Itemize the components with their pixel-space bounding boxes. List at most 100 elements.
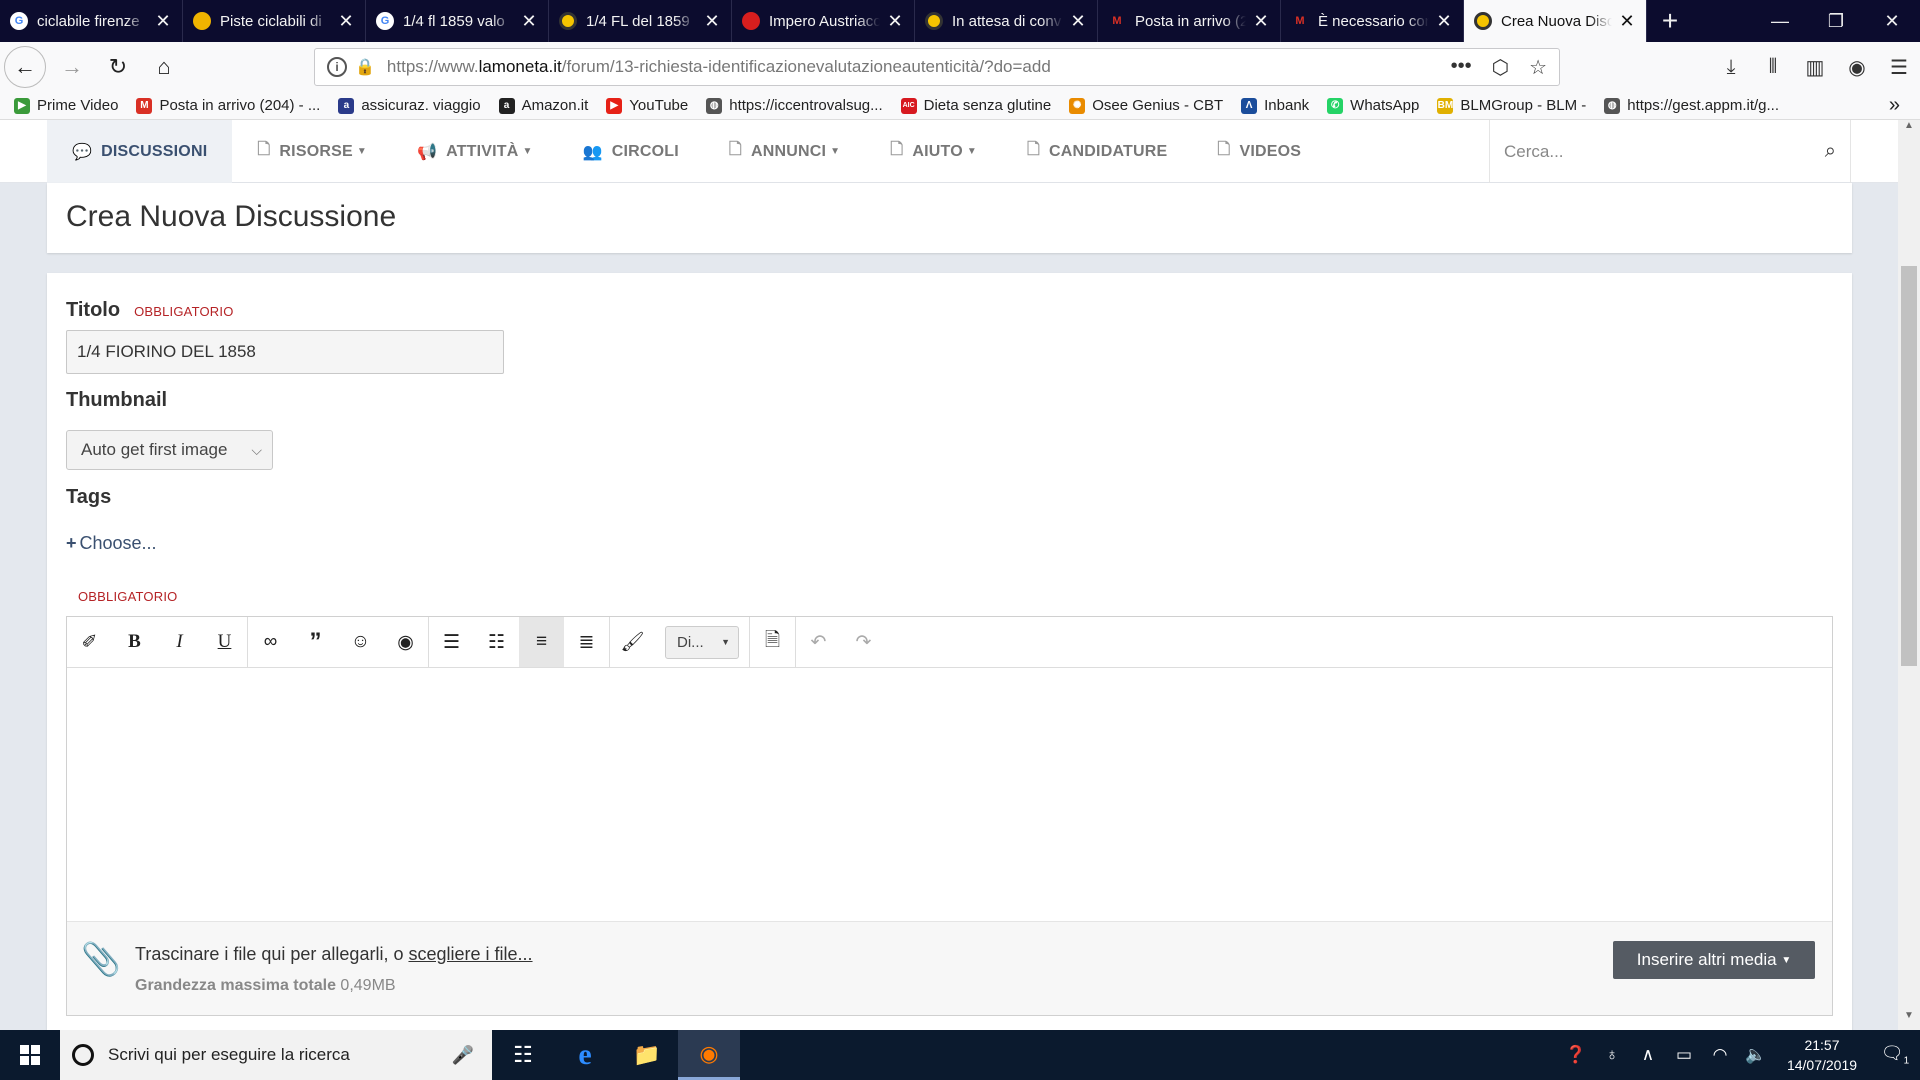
- browser-tab[interactable]: M Posta in arrivo (2 ✕: [1098, 0, 1281, 42]
- bold-icon[interactable]: B: [112, 617, 157, 667]
- downloads-icon[interactable]: ⤓: [1710, 56, 1752, 79]
- text-color-brush-icon[interactable]: 🖌: [610, 617, 655, 667]
- eraser-icon[interactable]: ✐: [67, 617, 112, 667]
- volume-icon[interactable]: 🔈: [1738, 1045, 1774, 1065]
- page-scrollbar[interactable]: ▲ ▼: [1898, 120, 1920, 1030]
- bookmark-item[interactable]: ▶ Prime Video: [14, 97, 118, 114]
- search-icon[interactable]: ⌕: [1825, 140, 1836, 163]
- chevron-up-icon[interactable]: ∧: [1630, 1045, 1666, 1065]
- reload-button[interactable]: ↻: [98, 47, 138, 87]
- site-search-input[interactable]: [1490, 141, 1790, 162]
- sidebar-icon[interactable]: ▥: [1794, 55, 1836, 80]
- scrollbar-thumb[interactable]: [1901, 266, 1917, 666]
- notification-icon[interactable]: 🗨1: [1870, 1043, 1920, 1067]
- bookmark-star-icon[interactable]: ☆: [1529, 55, 1547, 80]
- thumbnail-select[interactable]: Auto get first image ⌵: [66, 430, 273, 470]
- editor-content-area[interactable]: [67, 668, 1832, 921]
- source-document-icon[interactable]: 🗎: [750, 617, 795, 667]
- choose-files-link[interactable]: scegliere i file...: [408, 944, 532, 964]
- nav-item-annunci[interactable]: 🗋 ANNUNCI ▼: [704, 120, 865, 183]
- bookmark-item[interactable]: ◍ https://gest.appm.it/g...: [1604, 97, 1779, 114]
- nav-item-videos[interactable]: 🗋 VIDEOS: [1192, 120, 1326, 183]
- home-button[interactable]: ⌂: [144, 47, 184, 87]
- bookmark-item[interactable]: ✆ WhatsApp: [1327, 97, 1419, 114]
- more-bookmarks-icon[interactable]: »: [1889, 94, 1900, 117]
- task-view-icon[interactable]: ☷: [492, 1030, 554, 1080]
- insert-media-button[interactable]: Inserire altri media ▼: [1613, 941, 1815, 979]
- bookmark-item[interactable]: a Amazon.it: [498, 97, 588, 114]
- browser-tab[interactable]: 1/4 FL del 1859 ✕: [549, 0, 732, 42]
- bullet-list-icon[interactable]: ☰: [429, 617, 474, 667]
- help-icon[interactable]: ❓: [1558, 1045, 1594, 1065]
- underline-icon[interactable]: U: [202, 617, 247, 667]
- close-tab-icon[interactable]: ✕: [703, 11, 721, 32]
- close-window-button[interactable]: ✕: [1864, 0, 1920, 42]
- nav-item-risorse[interactable]: 🗋 RISORSE ▼: [232, 120, 392, 183]
- close-tab-icon[interactable]: ✕: [520, 11, 538, 32]
- browser-tab[interactable]: In attesa di conv ✕: [915, 0, 1098, 42]
- scroll-down-arrow-icon[interactable]: ▼: [1898, 1010, 1920, 1030]
- nav-item-circoli[interactable]: 👥 CIRCOLI: [558, 120, 704, 183]
- back-button[interactable]: ←: [4, 46, 46, 88]
- align-center-icon[interactable]: ≣: [564, 617, 609, 667]
- people-icon[interactable]: ♁: [1594, 1045, 1630, 1065]
- wifi-icon[interactable]: ◠: [1702, 1045, 1738, 1065]
- close-tab-icon[interactable]: ✕: [886, 11, 904, 32]
- minimize-button[interactable]: —: [1752, 0, 1808, 42]
- numbered-list-icon[interactable]: ☷: [474, 617, 519, 667]
- nav-item-attivit[interactable]: 📢 ATTIVITÀ ▼: [392, 120, 558, 183]
- microphone-icon[interactable]: 🎤: [452, 1045, 474, 1066]
- browser-tab[interactable]: Impero Austriaco ✕: [732, 0, 915, 42]
- attachment-area[interactable]: 📎 Trascinare i file qui per allegarli, o…: [67, 921, 1832, 1015]
- site-info-icon[interactable]: i: [327, 57, 347, 77]
- undo-icon[interactable]: ↶: [796, 617, 841, 667]
- browser-tab[interactable]: Crea Nuova Disc ✕: [1464, 0, 1647, 42]
- nav-item-aiuto[interactable]: 🗋 AIUTO ▼: [865, 120, 1002, 183]
- restore-button[interactable]: ❐: [1808, 0, 1864, 42]
- close-tab-icon[interactable]: ✕: [1069, 11, 1087, 32]
- scroll-up-arrow-icon[interactable]: ▲: [1898, 120, 1920, 140]
- bookmark-item[interactable]: ✺ Osee Genius - CBT: [1069, 97, 1223, 114]
- spoiler-eye-icon[interactable]: ◉: [383, 617, 428, 667]
- bookmark-item[interactable]: ◍ https://iccentrovalsug...: [706, 97, 883, 114]
- quote-icon[interactable]: ”: [293, 617, 338, 667]
- italic-icon[interactable]: I: [157, 617, 202, 667]
- nav-item-discussioni[interactable]: 💬 DISCUSSIONI: [47, 120, 233, 183]
- browser-tab[interactable]: Piste ciclabili di ✕: [183, 0, 366, 42]
- file-explorer-icon[interactable]: 📁: [616, 1030, 678, 1080]
- close-tab-icon[interactable]: ✕: [1618, 11, 1636, 32]
- nav-item-candidature[interactable]: 🗋 CANDIDATURE: [1002, 120, 1192, 183]
- close-tab-icon[interactable]: ✕: [1435, 11, 1453, 32]
- bookmark-item[interactable]: AIC Dieta senza glutine: [900, 97, 1051, 114]
- page-actions-icon[interactable]: •••: [1451, 55, 1472, 80]
- battery-icon[interactable]: ▭: [1666, 1045, 1702, 1065]
- taskbar-search[interactable]: Scrivi qui per eseguire la ricerca 🎤: [60, 1030, 492, 1080]
- bookmark-item[interactable]: Λ Inbank: [1241, 97, 1309, 114]
- close-tab-icon[interactable]: ✕: [337, 11, 355, 32]
- browser-tab[interactable]: G 1/4 fl 1859 valo ✕: [366, 0, 549, 42]
- firefox-icon[interactable]: ◉: [678, 1030, 740, 1080]
- bookmark-item[interactable]: a assicuraz. viaggio: [338, 97, 481, 114]
- bookmark-item[interactable]: M Posta in arrivo (204) - ...: [136, 97, 320, 114]
- tags-choose-link[interactable]: + Choose...: [66, 533, 157, 554]
- close-tab-icon[interactable]: ✕: [1252, 11, 1270, 32]
- forward-button[interactable]: →: [52, 47, 92, 87]
- browser-tab[interactable]: Gciclabile firenze ✕: [0, 0, 183, 42]
- link-icon[interactable]: ∞: [248, 617, 293, 667]
- address-bar[interactable]: i 🔒 https://www. lamoneta.it/forum/13-ric…: [314, 48, 1560, 86]
- menu-icon[interactable]: ☰: [1878, 55, 1920, 80]
- library-icon[interactable]: ⫴: [1752, 56, 1794, 79]
- title-input[interactable]: [66, 330, 504, 374]
- format-dropdown[interactable]: Di... ▼: [665, 625, 739, 659]
- browser-tab[interactable]: M È necessario con ✕: [1281, 0, 1464, 42]
- redo-icon[interactable]: ↷: [841, 617, 886, 667]
- bookmark-item[interactable]: ▶ YouTube: [606, 97, 688, 114]
- edge-icon[interactable]: e: [554, 1030, 616, 1080]
- bookmark-item[interactable]: BM BLMGroup - BLM -: [1437, 97, 1586, 114]
- pocket-icon[interactable]: ⬡: [1492, 55, 1509, 80]
- close-tab-icon[interactable]: ✕: [154, 11, 172, 32]
- clock[interactable]: 21:57 14/07/2019: [1774, 1035, 1870, 1075]
- start-button[interactable]: [0, 1030, 60, 1080]
- align-left-icon[interactable]: ≡: [519, 617, 564, 667]
- account-icon[interactable]: ◉: [1836, 55, 1878, 80]
